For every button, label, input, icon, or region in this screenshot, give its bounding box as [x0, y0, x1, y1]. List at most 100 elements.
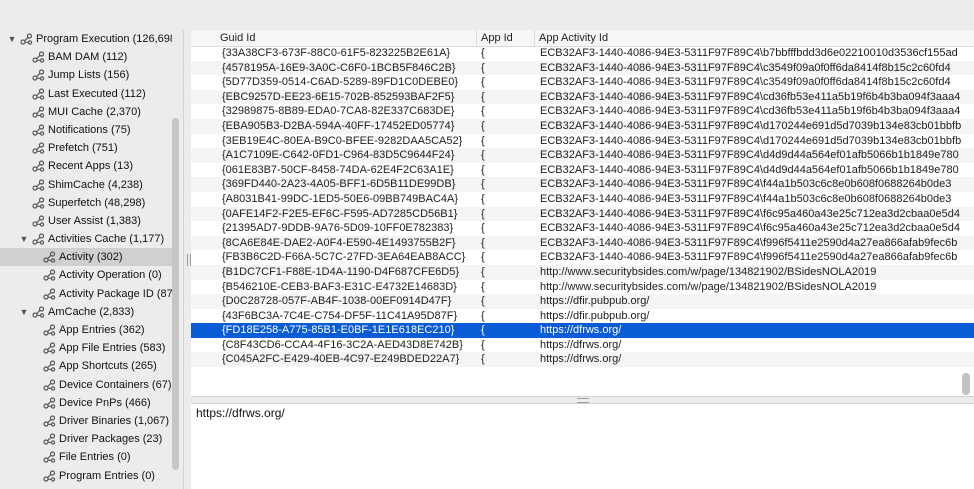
artifact-icon	[43, 451, 56, 464]
table-row[interactable]: {4578195A-16E9-3A0C-C6F0-1BCB5F846C2B} {E…	[191, 60, 974, 76]
cell-app-activity-id: ECB32AF3-1440-4086-94E3-5311F97F89C4\d4d…	[540, 163, 959, 176]
results-table: Guid Id App Id App Activity Id {33A38CF3…	[191, 30, 974, 396]
column-header-app-activity-id[interactable]: App Activity Id	[535, 30, 974, 46]
table-row[interactable]: {0AFE14F2-F2E5-EF6C-F595-AD7285CD56B1} {E…	[191, 206, 974, 222]
disclosure-triangle-icon[interactable]: ▼	[19, 303, 29, 321]
table-row[interactable]: {A8031B41-99DC-1ED5-50E6-09BB749BAC4A} {E…	[191, 192, 974, 207]
disclosure-triangle-icon[interactable]: ▼	[7, 30, 17, 48]
sidebar-item[interactable]: Jump Lists (156)	[0, 66, 172, 84]
sidebar-item[interactable]: MUI Cache (2,370)	[0, 103, 172, 121]
sidebar-item[interactable]: Device Containers (67)	[0, 376, 172, 394]
table-row[interactable]: {061E83B7-50CF-8458-74DA-62E4F2C63A1E} {E…	[191, 163, 974, 178]
table-row[interactable]: {C8F43CD6-CCA4-4F16-3C2A-AED43D8E742B} { h…	[191, 338, 974, 353]
disclosure-triangle-icon[interactable]: ▼	[19, 230, 29, 248]
cell-guid-id: {EBA905B3-D2BA-594A-40FF-17452ED05774}	[222, 119, 455, 132]
sidebar-item[interactable]: App Shortcuts (265)	[0, 357, 172, 375]
sidebar-item-label: ShimCache (4,238)	[48, 178, 143, 191]
table-row[interactable]: {EBC9257D-EE23-6E15-702B-852593BAF2F5} {E…	[191, 89, 974, 105]
sidebar-item-label: Prefetch (751)	[48, 142, 118, 155]
sidebar-item[interactable]: ▼ Program Execution (126,698	[0, 30, 172, 48]
cell-app-activity-id: http://www.securitybsides.com/w/page/134…	[540, 280, 877, 293]
cell-app-activity-id: ECB32AF3-1440-4086-94E3-5311F97F89C4\f6c…	[540, 222, 960, 235]
column-header-guid-id[interactable]: Guid Id	[216, 30, 477, 46]
table-row[interactable]: {B546210E-CEB3-BAF3-E31C-E4732E14683D} {h…	[191, 280, 974, 295]
cell-app-activity-id: ECB32AF3-1440-4086-94E3-5311F97F89C4\d4d…	[540, 149, 959, 162]
sidebar-item[interactable]: Driver Binaries (1,067)	[0, 412, 172, 430]
sidebar-item[interactable]: BAM DAM (112)	[0, 48, 172, 66]
artifact-icon	[32, 197, 45, 209]
sidebar-item-label: App File Entries (583)	[59, 342, 166, 355]
cell-guid-id: {D0C28728-057F-AB4F-1038-00EF0914D47F}	[222, 295, 452, 308]
sidebar-item-label: Activities Cache (1,177)	[48, 233, 165, 246]
cell-app-activity-id: ECB32AF3-1440-4086-94E3-5311F97F89C4\f44…	[540, 192, 952, 205]
sidebar-scrollbar[interactable]	[172, 118, 179, 470]
sidebar-item[interactable]: Activity Operation (0)	[0, 266, 172, 284]
sidebar-item[interactable]: App File Entries (583)	[0, 339, 172, 357]
cell-guid-id: {B546210E-CEB3-BAF3-E31C-E4732E14683D}	[222, 280, 457, 293]
cell-guid-id: {C8F43CD6-CCA4-4F16-3C2A-AED43D8E742B}	[222, 338, 463, 351]
sidebar-item[interactable]: Device PnPs (466)	[0, 394, 172, 412]
cell-app-id: {	[481, 295, 485, 308]
table-row[interactable]: {EBA905B3-D2BA-594A-40FF-17452ED05774} {E…	[191, 118, 974, 134]
table-row[interactable]: {C045A2FC-E429-40EB-4C97-E249BDED22A7} {h…	[191, 352, 974, 368]
table-row[interactable]: {21395AD7-9DDB-9A76-5D09-10FF0E782383} {E…	[191, 221, 974, 236]
table-row[interactable]: {369FD440-2A23-4A05-BFF1-6D5B11DE99DB} {E…	[191, 177, 974, 192]
cell-app-id: {	[481, 265, 485, 278]
table-row[interactable]: {B1DC7CF1-F88E-1D4A-1190-D4F687CFE6D5} {h…	[191, 264, 974, 280]
table-scrollbar[interactable]	[962, 373, 970, 395]
table-row[interactable]: {A1C7109E-C642-0FD1-C964-83D5C9644F24} {E…	[191, 148, 974, 163]
sidebar-item-label: Notifications (75)	[48, 123, 131, 136]
sidebar-item-label: Driver Packages (23)	[59, 433, 163, 446]
sidebar-item[interactable]: Program Entries (0)	[0, 467, 172, 485]
sidebar-item[interactable]: Superfetch (48,298)	[0, 194, 172, 212]
sidebar-item[interactable]: ShimCache (4,238)	[0, 176, 172, 194]
table-row[interactable]: {FB3B6C2D-F66A-5C7C-27FD-3EA64EAB8ACC} {E…	[191, 250, 974, 265]
sidebar-item-label: MUI Cache (2,370)	[48, 105, 141, 118]
cell-app-id: {	[481, 236, 485, 249]
cell-guid-id: {43F6BC3A-7C4E-C754-DF5F-11C41A95D87F}	[222, 309, 458, 322]
cell-app-activity-id: https://dfrws.org/	[540, 338, 622, 351]
table-row[interactable]: {43F6BC3A-7C4E-C754-DF5F-11C41A95D87F} { h…	[191, 309, 974, 324]
table-row[interactable]: {FD18E258-A775-85B1-E0BF-1E1E618EC210} {h…	[191, 323, 974, 338]
cell-app-activity-id: https://dfir.pubpub.org/	[540, 309, 650, 322]
table-row[interactable]: {D0C28728-057F-AB4F-1038-00EF0914D47F} {h…	[191, 294, 974, 309]
sidebar-item[interactable]: Activity (302)	[0, 248, 172, 267]
artifact-icon	[32, 142, 45, 154]
sidebar-item[interactable]: ▼ Activities Cache (1,177)	[0, 230, 172, 248]
cell-guid-id: {21395AD7-9DDB-9A76-5D09-10FF0E782383}	[222, 222, 454, 235]
table-row[interactable]: {8CA6E84E-DAE2-A0F4-E590-4E1493755B2F} {E…	[191, 235, 974, 251]
sidebar-item[interactable]: File Entries (0)	[0, 448, 172, 466]
table-row[interactable]: {3EB19E4C-80EA-B9C0-BFEE-9282DAA5CA52} {E…	[191, 134, 974, 149]
artifact-icon	[32, 160, 45, 173]
table-row[interactable]: {33A38CF3-673F-88C0-61F5-823225B2E61A} {E…	[191, 46, 974, 61]
sidebar-item[interactable]: Driver Packages (23)	[0, 430, 172, 448]
sidebar-item[interactable]: Prefetch (751)	[0, 139, 172, 157]
sidebar-item[interactable]: Last Executed (112)	[0, 85, 172, 103]
artifact-icon	[32, 306, 45, 318]
sidebar-item-label: App Entries (362)	[59, 324, 145, 336]
column-header-app-id[interactable]: App Id	[477, 30, 535, 46]
sidebar-item[interactable]: Notifications (75)	[0, 121, 172, 139]
artifact-icon	[43, 251, 56, 263]
artifact-icon	[32, 233, 45, 245]
cell-app-id: {	[481, 338, 485, 351]
cell-app-id: {	[481, 149, 485, 162]
cell-app-id: {	[481, 192, 485, 205]
table-body: {33A38CF3-673F-88C0-61F5-823225B2E61A}{E…	[191, 46, 974, 368]
category-icon	[20, 33, 33, 45]
cell-app-id: {	[481, 309, 485, 322]
table-row[interactable]: {5D77D359-0514-C6AD-5289-89FD1C0DEBE0} {E…	[191, 75, 974, 90]
cell-app-id: {	[481, 90, 485, 103]
cell-guid-id: {369FD440-2A23-4A05-BFF1-6D5B11DE99DB}	[222, 178, 456, 191]
sidebar-item[interactable]: App Entries (362)	[0, 321, 172, 339]
sidebar-item[interactable]: Recent Apps (13)	[0, 157, 172, 175]
horizontal-splitter[interactable]	[191, 396, 974, 404]
sidebar-item-label: Jump Lists (156)	[48, 69, 130, 82]
sidebar-item[interactable]: User Assist (1,383)	[0, 212, 172, 230]
cell-app-id: {	[481, 47, 485, 59]
table-row[interactable]: {32989875-8B89-EDA0-7CA8-82E337C683DE} {E…	[191, 104, 974, 119]
cell-app-activity-id: ECB32AF3-1440-4086-94E3-5311F97F89C4\d17…	[540, 134, 962, 147]
artifact-icon	[32, 124, 45, 136]
sidebar-item[interactable]: Activity Package ID (87	[0, 285, 172, 303]
sidebar-item[interactable]: ▼ AmCache (2,833)	[0, 303, 172, 321]
